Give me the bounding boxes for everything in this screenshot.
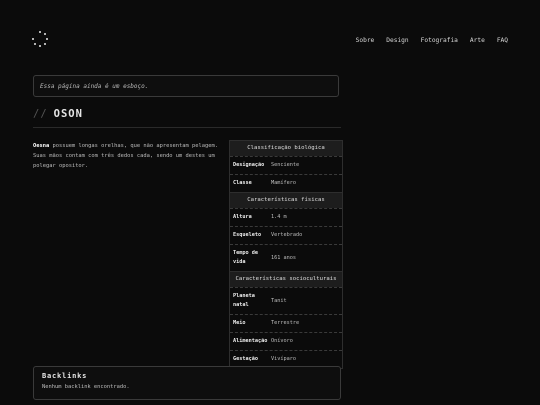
page-title: // OSON — [33, 108, 83, 120]
infobox-key: Tempo de vida — [233, 250, 258, 265]
infobox-value: 1.4 m — [271, 214, 287, 220]
infobox-value: Vertebrado — [271, 232, 303, 238]
infobox-key: Alimentação — [233, 338, 268, 344]
infobox-section-header: Características físicas — [230, 192, 342, 208]
draft-notice: Essa página ainda é um esboço. — [33, 75, 339, 97]
backlinks-empty-text: Nenhum backlink encontrado. — [42, 384, 130, 390]
intro-subject: Oesna — [33, 143, 50, 149]
infobox-key: Meio — [233, 320, 246, 326]
infobox-value: 161 anos — [271, 254, 296, 261]
infobox-value: Terrestre — [271, 320, 300, 326]
title-prefix: // — [33, 108, 48, 120]
infobox-key: Classe — [233, 180, 252, 186]
infobox-key: Esqueleto — [233, 232, 262, 238]
infobox-row: Alimentação Onívoro — [230, 332, 342, 350]
infobox-value: Senciente — [271, 162, 300, 168]
infobox-key: Planeta natal — [233, 293, 255, 308]
infobox-value: Vivíparo — [271, 356, 296, 362]
infobox-value: Tanit — [271, 297, 287, 304]
nav-link-design[interactable]: Design — [386, 37, 408, 44]
infobox-section-header: Classificação biológica — [230, 141, 342, 156]
infobox: Classificação biológica Designação Senci… — [229, 140, 343, 369]
infobox-row: Planeta natal Tanit — [230, 287, 342, 314]
backlinks-panel: Backlinks Nenhum backlink encontrado. — [33, 366, 341, 400]
infobox-key: Gestação — [233, 356, 258, 362]
intro-paragraph: Oesna possuem longas orelhas, que não ap… — [33, 141, 221, 171]
infobox-row: Altura 1.4 m — [230, 208, 342, 226]
infobox-row: Meio Terrestre — [230, 314, 342, 332]
infobox-row: Esqueleto Vertebrado — [230, 226, 342, 244]
infobox-row: Designação Senciente — [230, 156, 342, 174]
infobox-key: Altura — [233, 214, 252, 220]
infobox-value: Onívoro — [271, 338, 293, 344]
nav-link-arte[interactable]: Arte — [470, 37, 485, 44]
infobox-value: Mamífero — [271, 180, 296, 186]
nav-link-sobre[interactable]: Sobre — [356, 37, 375, 44]
backlinks-title: Backlinks — [42, 372, 88, 380]
site-logo[interactable] — [32, 31, 48, 47]
draft-notice-text: Essa página ainda é um esboço. — [40, 82, 149, 90]
infobox-key: Designação — [233, 162, 265, 168]
infobox-row: Tempo de vida 161 anos — [230, 244, 342, 271]
intro-text: possuem longas orelhas, que não apresent… — [33, 143, 218, 169]
title-divider — [33, 127, 341, 128]
page-title-text: OSON — [53, 108, 83, 120]
nav-link-faq[interactable]: FAQ — [497, 37, 508, 44]
infobox-row: Classe Mamífero — [230, 174, 342, 192]
infobox-section-header: Características socioculturais — [230, 271, 342, 287]
main-nav: Sobre Design Fotografia Arte FAQ — [356, 37, 508, 44]
nav-link-fotografia[interactable]: Fotografia — [421, 37, 458, 44]
